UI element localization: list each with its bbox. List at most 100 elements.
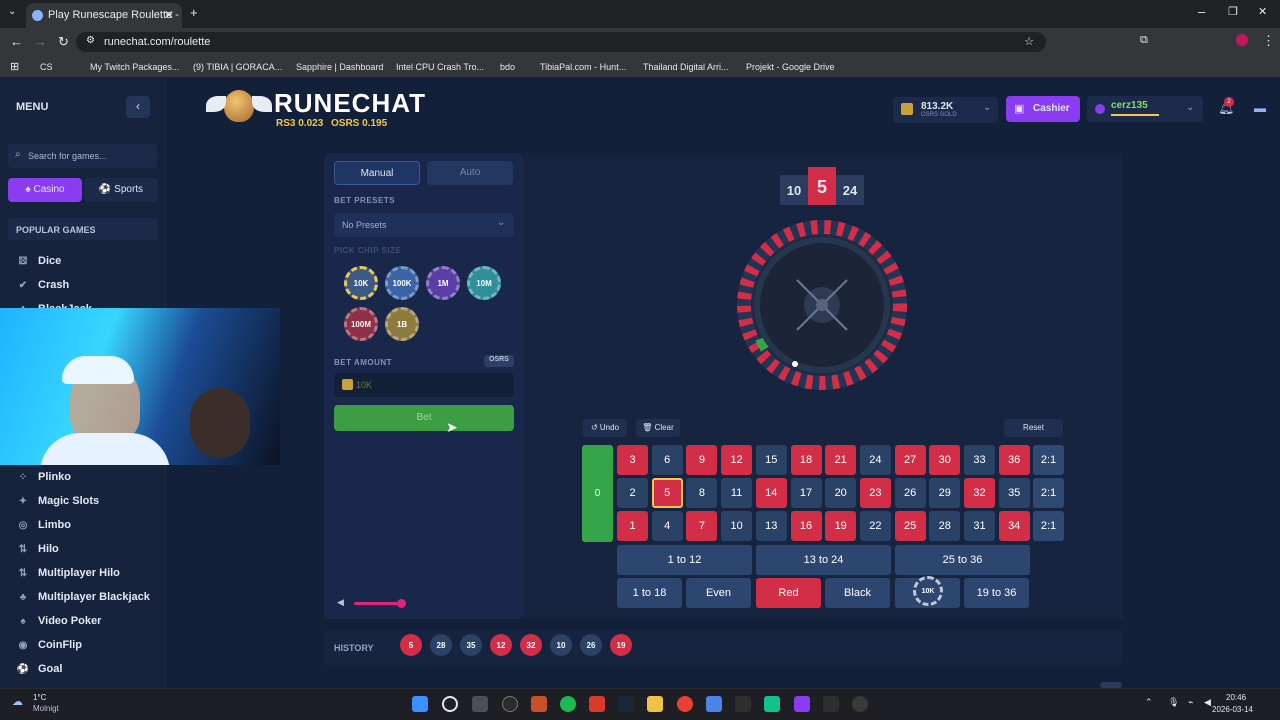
close-tab-icon[interactable]: ✕ bbox=[164, 8, 174, 22]
steam-icon[interactable] bbox=[618, 696, 634, 712]
bet-cell-27[interactable]: 27 bbox=[894, 445, 926, 475]
volume-slider-handle[interactable] bbox=[397, 599, 406, 608]
tab-search-icon[interactable]: ⌄ bbox=[8, 6, 16, 17]
network-icon[interactable]: ⌁ bbox=[1188, 697, 1193, 708]
back-icon[interactable]: ← bbox=[10, 34, 23, 49]
sidebar-item-dice[interactable]: ⚄ Dice bbox=[16, 255, 62, 267]
bookmark-item[interactable]: Thailand Digital Arri... bbox=[643, 62, 729, 72]
user-menu[interactable]: cerz135 ⌄ bbox=[1087, 96, 1203, 122]
bet-cell-26[interactable]: 26 bbox=[894, 478, 926, 508]
bet-cell-31[interactable]: 31 bbox=[964, 511, 995, 541]
bet-cell-18[interactable]: 18 bbox=[790, 445, 822, 475]
bookmark-item[interactable]: Projekt - Google Drive bbox=[746, 62, 835, 72]
auto-tab[interactable]: Auto bbox=[427, 161, 513, 185]
task-view-icon[interactable] bbox=[472, 696, 488, 712]
sidebar-item-magic-slots[interactable]: ✦ Magic Slots bbox=[16, 495, 99, 507]
reset-button[interactable]: Reset bbox=[1004, 419, 1063, 437]
bet-cell-33[interactable]: 33 bbox=[964, 445, 995, 475]
bet-cell-12[interactable]: 12 bbox=[721, 445, 753, 475]
bet-black[interactable]: Black bbox=[825, 578, 890, 608]
bet-cell-2[interactable]: 2 bbox=[617, 478, 648, 508]
bet-cell-7[interactable]: 7 bbox=[686, 511, 718, 541]
profile-avatar[interactable] bbox=[1236, 34, 1248, 46]
window-close-icon[interactable]: ✕ bbox=[1258, 5, 1267, 18]
bet-cell-19[interactable]: 19 bbox=[825, 511, 857, 541]
column-bet-bottom[interactable]: 2:1 bbox=[1033, 511, 1064, 541]
bookmark-item[interactable]: My Twitch Packages... bbox=[90, 62, 179, 72]
app-icon-8[interactable] bbox=[852, 696, 868, 712]
bet-cell-36[interactable]: 36 bbox=[998, 445, 1030, 475]
sidebar-item-coinflip[interactable]: ◉ CoinFlip bbox=[16, 639, 82, 651]
column-bet-top[interactable]: 2:1 bbox=[1033, 445, 1064, 475]
bet-cell-23[interactable]: 23 bbox=[859, 478, 891, 508]
bet-cell-5[interactable]: 5 bbox=[651, 478, 683, 508]
tray-overflow-icon[interactable]: ⌃ bbox=[1145, 697, 1153, 708]
balance-selector[interactable]: 813.2K OSRS GOLD ⌄ bbox=[893, 97, 998, 123]
browser-tab[interactable]: Play Runescape Roulette - R ✕ bbox=[26, 3, 182, 28]
sidebar-item-hilo[interactable]: ⇅ Hilo bbox=[16, 543, 59, 555]
bet-cell-22[interactable]: 22 bbox=[859, 511, 891, 541]
bet-even[interactable]: Even bbox=[686, 578, 751, 608]
collapse-sidebar-button[interactable]: ‹ bbox=[126, 96, 150, 118]
bet-cell-11[interactable]: 11 bbox=[721, 478, 753, 508]
casino-tab[interactable]: ♠ Casino bbox=[8, 178, 82, 202]
bet-cell-10[interactable]: 10 bbox=[721, 511, 753, 541]
presets-dropdown[interactable]: No Presets ⌄ bbox=[334, 213, 514, 237]
bet-cell-34[interactable]: 34 bbox=[998, 511, 1030, 541]
placed-chip[interactable]: 10K bbox=[913, 576, 943, 606]
bookmark-item[interactable]: CS bbox=[40, 62, 53, 72]
bet-cell-29[interactable]: 29 bbox=[929, 478, 961, 508]
sidebar-item-crash[interactable]: ✔ Crash bbox=[16, 279, 69, 291]
bet-cell-25[interactable]: 25 bbox=[894, 511, 926, 541]
speaker-icon[interactable]: ◀ bbox=[1204, 697, 1211, 708]
reload-icon[interactable]: ↻ bbox=[58, 34, 69, 50]
clear-button[interactable]: 🗑︎ Clear bbox=[636, 419, 680, 437]
app-icon-4[interactable] bbox=[706, 696, 722, 712]
column-bet-middle[interactable]: 2:1 bbox=[1033, 478, 1064, 508]
dozen-1-12[interactable]: 1 to 12 bbox=[617, 545, 752, 575]
chip-10k[interactable]: 10K bbox=[344, 266, 378, 300]
chrome-icon[interactable] bbox=[677, 696, 693, 712]
bet-cell-0[interactable]: 0 bbox=[582, 445, 613, 542]
bet-cell-14[interactable]: 14 bbox=[755, 478, 787, 508]
bet-cell-24[interactable]: 24 bbox=[859, 445, 891, 475]
sports-tab[interactable]: ⚽ Sports bbox=[84, 178, 158, 202]
chat-icon[interactable]: ▬ bbox=[1254, 101, 1266, 115]
app-icon-5[interactable] bbox=[735, 696, 751, 712]
bet-odd[interactable]: 10K bbox=[895, 576, 960, 608]
twitch-icon[interactable] bbox=[794, 696, 810, 712]
bet-19-to-36[interactable]: 19 to 36 bbox=[964, 578, 1029, 608]
bookmark-item[interactable]: TibiaPal.com - Hunt... bbox=[540, 62, 626, 72]
bet-cell-4[interactable]: 4 bbox=[651, 511, 683, 541]
minimize-icon[interactable]: – bbox=[1198, 4, 1205, 19]
app-icon-7[interactable] bbox=[823, 696, 839, 712]
maximize-icon[interactable]: ❐ bbox=[1228, 5, 1238, 18]
bet-1-to-18[interactable]: 1 to 18 bbox=[617, 578, 682, 608]
bet-cell-6[interactable]: 6 bbox=[651, 445, 683, 475]
chip-100k[interactable]: 100K bbox=[385, 266, 419, 300]
bookmark-item[interactable]: (9) TIBIA | GORACA... bbox=[193, 62, 282, 72]
sidebar-item-multiplayer-blackjack[interactable]: ♣ Multiplayer Blackjack bbox=[16, 591, 150, 603]
site-logo[interactable] bbox=[206, 86, 272, 130]
new-tab-icon[interactable]: + bbox=[190, 5, 198, 20]
sidebar-item-goal[interactable]: ⚽ Goal bbox=[16, 663, 63, 675]
extensions-icon[interactable]: ⧉ bbox=[1140, 34, 1148, 47]
sidebar-item-plinko[interactable]: ⁘ Plinko bbox=[16, 471, 71, 483]
sidebar-item-multiplayer-hilo[interactable]: ⇅ Multiplayer Hilo bbox=[16, 567, 120, 579]
bet-cell-8[interactable]: 8 bbox=[686, 478, 718, 508]
start-menu-icon[interactable] bbox=[412, 696, 428, 712]
browser-menu-icon[interactable]: ⋮ bbox=[1262, 33, 1275, 49]
bet-amount-input[interactable]: 10K bbox=[334, 373, 514, 397]
spotify-icon[interactable] bbox=[560, 696, 576, 712]
bet-cell-28[interactable]: 28 bbox=[929, 511, 961, 541]
bet-button[interactable]: Bet bbox=[334, 405, 514, 431]
app-icon-2[interactable] bbox=[531, 696, 547, 712]
chip-10m[interactable]: 10M bbox=[467, 266, 501, 300]
undo-button[interactable]: ↺ Undo bbox=[583, 419, 627, 437]
bet-red[interactable]: Red bbox=[756, 578, 821, 608]
cashier-button[interactable]: ▣ Cashier bbox=[1006, 96, 1080, 122]
sidebar-item-limbo[interactable]: ◎ Limbo bbox=[16, 519, 71, 531]
taskbar-search-icon[interactable] bbox=[442, 696, 458, 712]
bet-cell-1[interactable]: 1 bbox=[617, 511, 648, 541]
microphone-icon[interactable]: 🎙︎ bbox=[1168, 697, 1179, 708]
